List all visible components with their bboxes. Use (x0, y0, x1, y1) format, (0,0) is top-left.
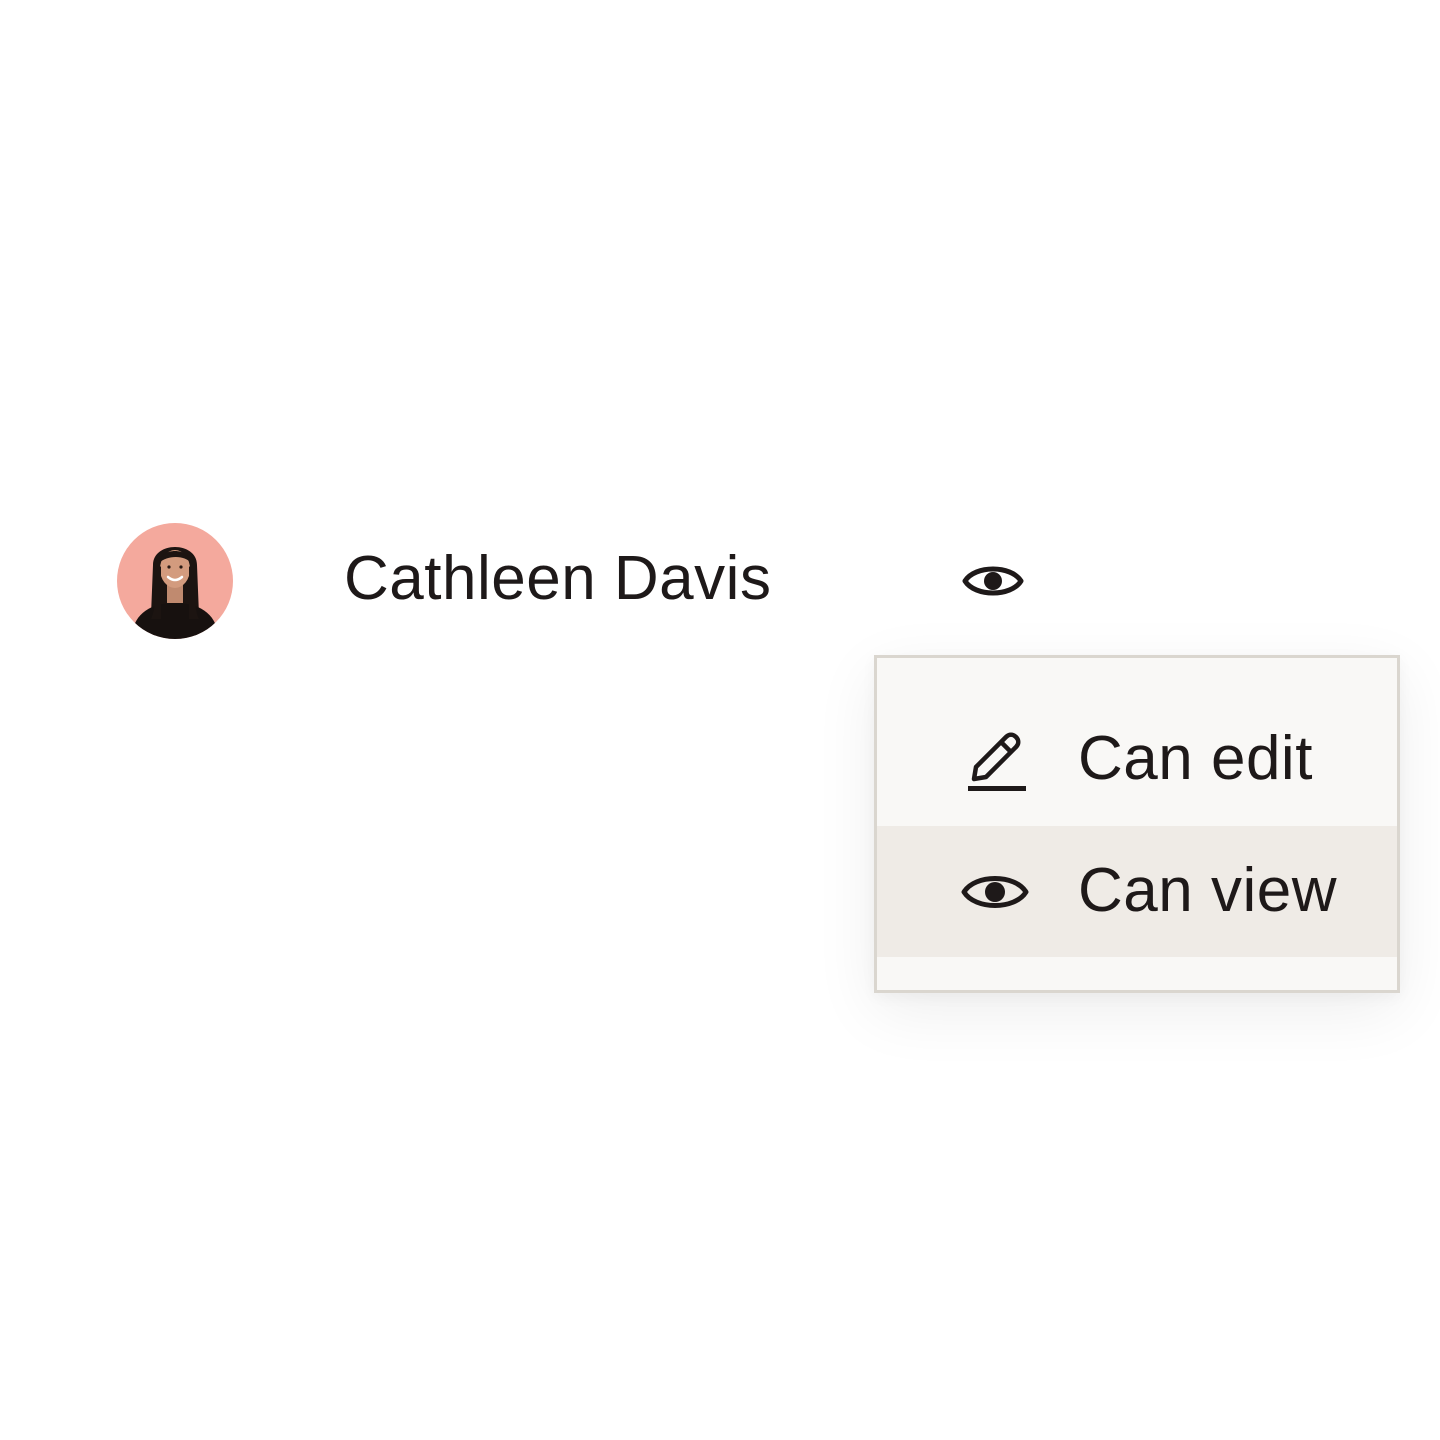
menu-item-can-edit[interactable]: Can edit (877, 694, 1397, 825)
shared-user-row: Cathleen Davis (0, 520, 1440, 642)
profile-photo-icon (131, 547, 219, 639)
menu-item-label: Can edit (1078, 724, 1313, 793)
eye-icon (962, 566, 1024, 596)
user-name: Cathleen Davis (344, 544, 772, 613)
menu-item-can-view[interactable]: Can view (877, 826, 1397, 957)
menu-item-label: Can view (1078, 856, 1337, 925)
eye-icon (957, 854, 1033, 930)
share-permissions-panel: Cathleen Davis Can edit Can view (0, 0, 1440, 1440)
avatar (117, 523, 233, 639)
permission-dropdown-button[interactable] (958, 550, 1028, 612)
permission-menu: Can edit Can view (874, 655, 1400, 993)
pencil-icon (957, 722, 1033, 798)
